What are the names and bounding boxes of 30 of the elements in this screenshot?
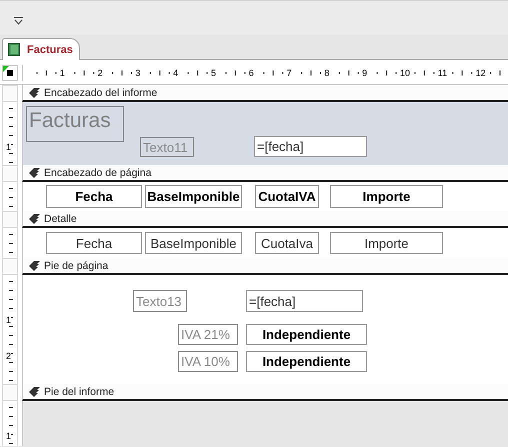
text-field[interactable]: Independiente — [246, 324, 367, 345]
section-grip-icon — [29, 386, 40, 396]
section-grip-icon — [29, 88, 40, 98]
section-bar[interactable]: Encabezado del informe — [22, 85, 508, 102]
text-field[interactable]: BaseImponible — [145, 185, 242, 208]
text-field[interactable]: Fecha — [46, 185, 142, 208]
text-field[interactable]: Importe — [330, 185, 443, 208]
section-grip-icon — [29, 168, 40, 178]
ruler-number: 2 — [6, 351, 12, 361]
text-field[interactable]: CuotaIva — [255, 232, 319, 254]
select-report-button[interactable] — [2, 65, 18, 81]
document-tab[interactable]: Facturas — [2, 38, 80, 60]
text-field[interactable]: Independiente — [246, 351, 367, 372]
section-grip-icon — [29, 260, 40, 270]
section-bar[interactable]: Pie de página — [22, 258, 508, 275]
report-icon — [8, 43, 20, 56]
text-field[interactable]: Importe — [330, 232, 443, 254]
text-field[interactable]: =[fecha] — [246, 290, 363, 312]
section-bar[interactable]: Pie del informe — [22, 384, 508, 401]
ruler-number: 1 — [6, 142, 12, 152]
section-grip-icon — [29, 214, 40, 224]
ruler-number: 1 — [6, 431, 12, 441]
text-field[interactable]: BaseImponible — [145, 232, 242, 254]
section-bar[interactable]: Detalle — [22, 211, 508, 228]
section-bar[interactable]: Encabezado de página — [22, 165, 508, 182]
text-field[interactable]: =[fecha] — [254, 136, 367, 157]
text-field[interactable]: CuotaIVA — [255, 185, 319, 208]
ruler-number: 1 — [6, 315, 12, 325]
dropdown-icon[interactable] — [14, 17, 23, 25]
text-field[interactable]: Fecha — [46, 232, 142, 254]
